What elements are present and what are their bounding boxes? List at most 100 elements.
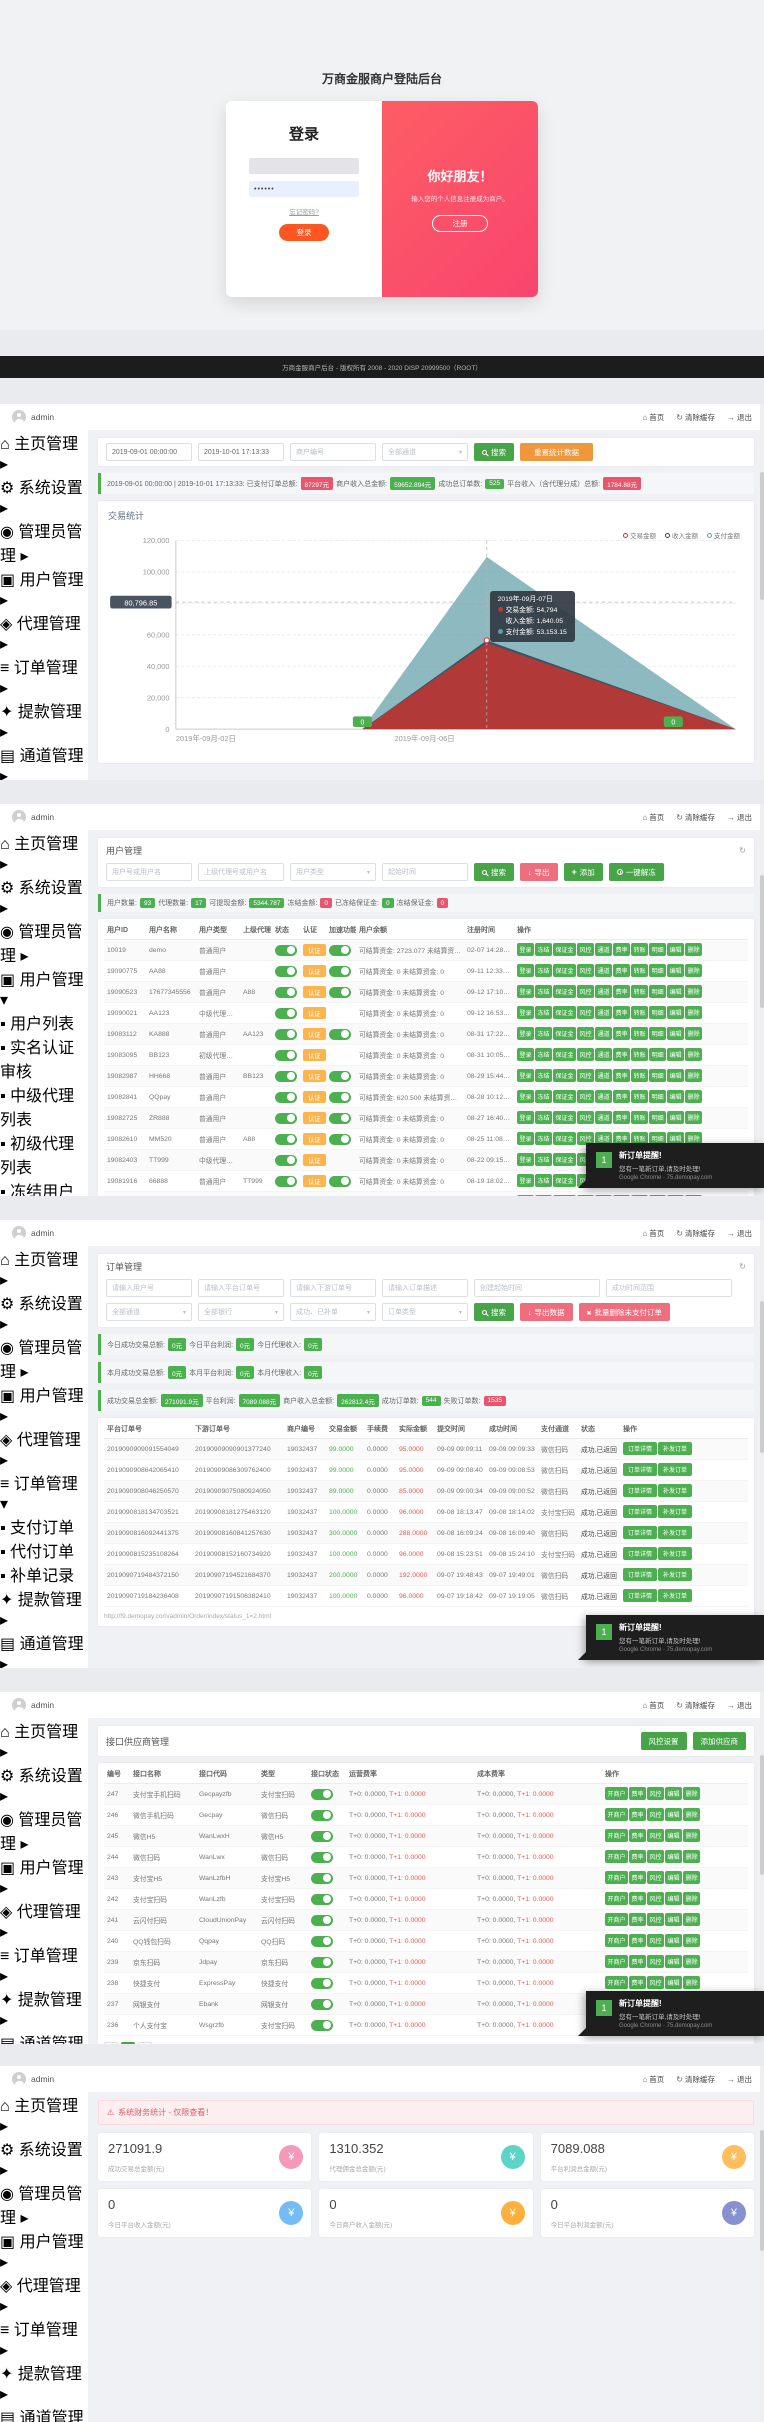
scrollbar[interactable] [760, 1220, 764, 1668]
row-action-button[interactable]: 开商户 [605, 1850, 628, 1863]
auth-badge[interactable]: 认证 [303, 1049, 326, 1061]
legend-item[interactable]: 收入金额 [665, 530, 698, 540]
speed-toggle[interactable] [329, 1134, 351, 1145]
column-header[interactable]: 交易金额 [326, 1420, 364, 1439]
status-toggle[interactable] [275, 987, 297, 998]
row-action-button[interactable]: 冻结 [535, 1174, 552, 1187]
row-action-button[interactable]: 保证金 [553, 1195, 576, 1196]
row-action-button[interactable]: 删除 [685, 985, 702, 998]
home-link[interactable]: ⌂首页 [642, 2074, 664, 2085]
row-action-button[interactable]: 风控 [647, 1871, 664, 1884]
row-action-button[interactable]: 费率 [613, 1090, 630, 1103]
table-row[interactable]: 246 微信手机扫码 Gecpay 微信扫码 T+0: 0.0000, T+1:… [104, 1805, 748, 1826]
home-link[interactable]: ⌂首页 [642, 812, 664, 823]
row-action-button[interactable]: 补发订单 [658, 1505, 692, 1518]
row-action-button[interactable]: 订单详情 [623, 1589, 657, 1602]
column-header[interactable]: 实际金额 [396, 1420, 434, 1439]
auth-badge[interactable]: 认证 [303, 944, 326, 956]
row-action-button[interactable]: 冻结 [535, 985, 552, 998]
column-header[interactable]: 类型 [258, 1765, 308, 1784]
table-row[interactable]: 19083112 KA888 普通用户 AA123 认证 可结算资金: 0 未结… [104, 1024, 748, 1045]
row-action-button[interactable]: 费率 [613, 964, 630, 977]
row-action-button[interactable]: 编辑 [667, 1006, 684, 1019]
row-action-button[interactable]: 费率 [613, 943, 630, 956]
row-action-button[interactable]: 保证金 [553, 1090, 576, 1103]
row-action-button[interactable]: 风控 [647, 1808, 664, 1821]
sidebar-item[interactable]: ▪ 冻结用户 [0, 1178, 88, 1196]
sidebar-item[interactable]: ▣ 用户管理 ▸ [0, 566, 88, 610]
row-action-button[interactable]: 补发订单 [658, 1484, 692, 1497]
row-action-button[interactable]: 开商户 [605, 1913, 628, 1926]
row-action-button[interactable]: 删除 [683, 1850, 700, 1863]
row-action-button[interactable]: 编辑 [665, 1871, 682, 1884]
clear-cache-link[interactable]: ↻清除缓存 [676, 1228, 715, 1239]
channel-status-toggle[interactable] [311, 2020, 333, 2031]
table-row[interactable]: 239 京东扫码 Jdpay 京东扫码 T+0: 0.0000, T+1: 0.… [104, 1952, 748, 1973]
column-header[interactable]: 用户余额 [356, 921, 464, 940]
row-action-button[interactable]: 转账 [631, 1006, 648, 1019]
row-action-button[interactable]: 登录 [517, 943, 534, 956]
row-action-button[interactable]: 转账 [631, 1111, 648, 1124]
avatar[interactable] [12, 810, 26, 824]
row-action-button[interactable]: 费率 [613, 1111, 630, 1124]
table-row[interactable]: 19090775 AA88 普通用户 认证 可结算资金: 0 未结算资金: 0 … [104, 961, 748, 982]
password-field[interactable]: •••••• [249, 181, 359, 197]
filter-input[interactable]: 商户编号 [290, 443, 376, 461]
row-action-button[interactable]: 删除 [685, 964, 702, 977]
sidebar-item[interactable]: ▣ 用户管理 ▸ [0, 1382, 88, 1426]
sidebar-item[interactable]: ⌂ 主页管理 ▸ [0, 2092, 88, 2136]
row-action-button[interactable]: 费率 [629, 1808, 646, 1821]
row-action-button[interactable]: 开商户 [605, 1976, 628, 1989]
row-action-button[interactable]: 费率 [613, 1195, 630, 1196]
table-row[interactable]: 2019090818134703521 20190908181275463120… [104, 1502, 748, 1523]
table-row[interactable]: 242 支付宝扫码 WanLzfb 支付宝扫码 T+0: 0.0000, T+1… [104, 1889, 748, 1910]
sidebar-item[interactable]: ⌂ 主页管理 ▸ [0, 1718, 88, 1762]
sidebar-item[interactable]: ✦ 提款管理 ▸ [0, 1586, 88, 1630]
column-header[interactable]: 操作 [514, 921, 748, 940]
auth-badge[interactable]: 认证 [303, 986, 326, 998]
sidebar-item[interactable]: ▤ 通道管理 ▸ [0, 742, 88, 780]
row-action-button[interactable]: 冻结 [535, 943, 552, 956]
table-row[interactable]: 19082841 QQpay 普通用户 认证 可结算资金: 620.500 未结… [104, 1087, 748, 1108]
row-action-button[interactable]: 删除 [685, 943, 702, 956]
row-action-button[interactable]: 费率 [629, 1850, 646, 1863]
table-row[interactable]: 19082725 ZR888 普通用户 认证 可结算资金: 0 未结算资金: 0… [104, 1108, 748, 1129]
row-action-button[interactable]: 冻结 [535, 1048, 552, 1061]
row-action-button[interactable]: 通道 [595, 1006, 612, 1019]
table-row[interactable]: 19082987 HH668 普通用户 BB123 认证 可结算资金: 0 未结… [104, 1066, 748, 1087]
row-action-button[interactable]: 保证金 [553, 1027, 576, 1040]
refresh-icon[interactable]: ↻ [739, 846, 746, 855]
row-action-button[interactable]: 编辑 [665, 1976, 682, 1989]
row-action-button[interactable]: 订单详情 [623, 1484, 657, 1497]
row-action-button[interactable]: 保证金 [553, 1048, 576, 1061]
row-action-button[interactable]: 保证金 [553, 964, 576, 977]
sidebar-item[interactable]: ▤ 通道管理 ▾ [0, 2030, 88, 2044]
sidebar-item[interactable]: ≡ 订单管理 ▾ [0, 1470, 88, 1514]
filter-select[interactable]: 订单类型 [382, 1303, 468, 1321]
row-action-button[interactable]: 风控 [647, 1892, 664, 1905]
sidebar-item[interactable]: ▪ 补单记录 [0, 1562, 88, 1586]
auth-badge[interactable]: 认证 [303, 965, 326, 977]
home-link[interactable]: ⌂首页 [642, 412, 664, 423]
table-row[interactable]: 2019090719484372150 20190907194521684370… [104, 1565, 748, 1586]
row-action-button[interactable]: 明细 [649, 1048, 666, 1061]
sidebar-item[interactable]: ◉ 管理员管理 ▸ [0, 918, 88, 966]
column-header[interactable]: 认证 [300, 921, 326, 940]
clear-cache-link[interactable]: ↻清除缓存 [676, 812, 715, 823]
speed-toggle[interactable] [329, 987, 351, 998]
speed-toggle[interactable] [329, 1176, 351, 1187]
row-action-button[interactable]: 风控 [577, 985, 594, 998]
row-action-button[interactable]: 费率 [613, 985, 630, 998]
column-header[interactable]: 成功时间 [486, 1420, 538, 1439]
filter-select[interactable]: 全部通道 [106, 1303, 192, 1321]
row-action-button[interactable]: 补发订单 [658, 1589, 692, 1602]
clear-cache-link[interactable]: ↻清除缓存 [676, 2074, 715, 2085]
row-action-button[interactable]: 登录 [517, 1048, 534, 1061]
row-action-button[interactable]: 补发订单 [658, 1463, 692, 1476]
row-action-button[interactable]: 保证金 [553, 1132, 576, 1145]
row-action-button[interactable]: 删除 [685, 1027, 702, 1040]
row-action-button[interactable]: 订单详情 [623, 1568, 657, 1581]
sidebar-item[interactable]: ⚙ 系统设置 ▸ [0, 2136, 88, 2180]
table-row[interactable]: 241 云闪付扫码 CloudUnionPay 云闪付扫码 T+0: 0.000… [104, 1910, 748, 1931]
row-action-button[interactable]: 转账 [631, 964, 648, 977]
